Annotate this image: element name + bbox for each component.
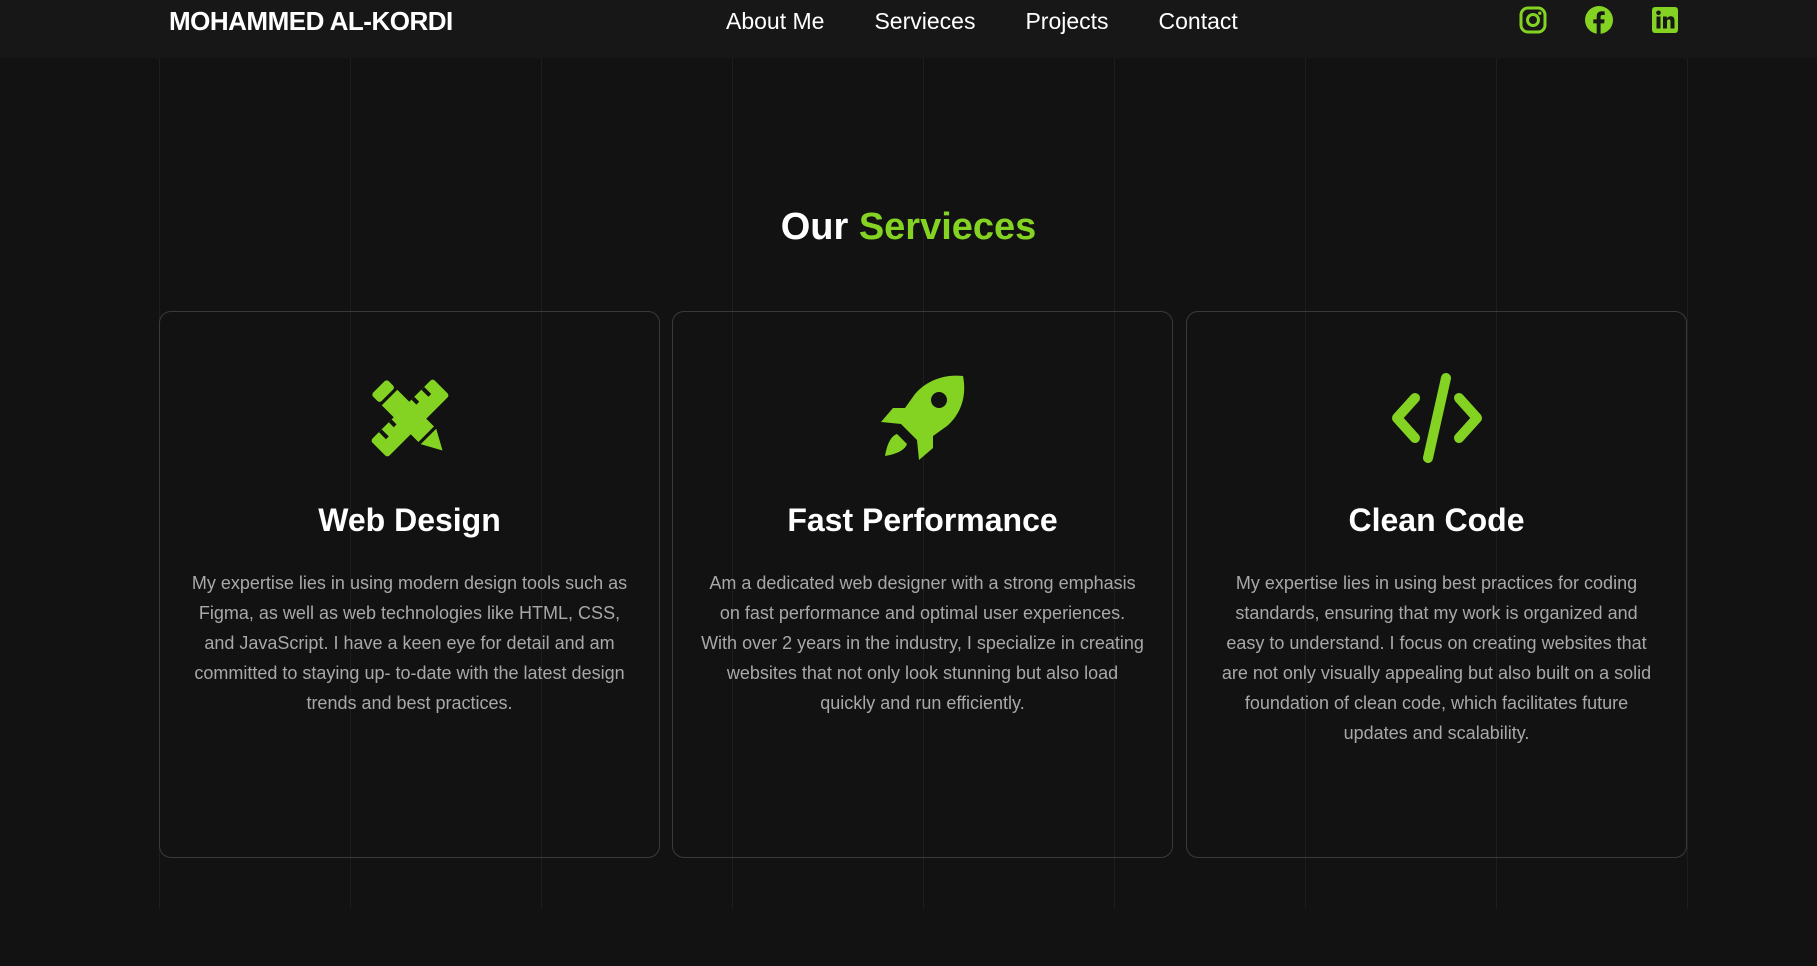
service-card-clean-code: Clean Code My expertise lies in using be… [1186,311,1687,858]
card-title: Clean Code [1348,502,1525,538]
card-description: Am a dedicated web designer with a stron… [701,573,1144,713]
pencil-ruler-icon [371,379,448,457]
brand-logo[interactable]: MOHAMMED AL-KORDI [169,6,453,37]
service-card-web-design: Web Design My expertise lies in using mo… [159,311,660,858]
card-title: Web Design [318,502,501,538]
instagram-icon[interactable] [1518,5,1548,35]
linkedin-icon[interactable] [1650,5,1680,35]
social-links [1518,5,1680,35]
code-icon [1391,373,1482,463]
rocket-icon [880,375,964,460]
nav-item-projects[interactable]: Projects [1025,8,1108,35]
card-description: My expertise lies in using modern design… [191,573,628,713]
site-header: MOHAMMED AL-KORDI About Me Servieces Pro… [0,0,1817,58]
nav-item-about-me[interactable]: About Me [726,8,824,35]
nav-item-servieces[interactable]: Servieces [874,8,975,35]
card-description: My expertise lies in using best practice… [1221,573,1652,743]
grid-line [1687,58,1688,908]
main-nav: About Me Servieces Projects Contact [726,8,1238,35]
section-title: Our Servieces [0,206,1817,249]
service-card-fast-performance: Fast Performance Am a dedicated web desi… [672,311,1173,858]
section-title-accent: Servieces [858,206,1037,248]
section-title-plain: Our [780,206,849,248]
card-title: Fast Performance [787,502,1058,538]
nav-item-contact[interactable]: Contact [1159,8,1238,35]
facebook-icon[interactable] [1584,5,1614,35]
